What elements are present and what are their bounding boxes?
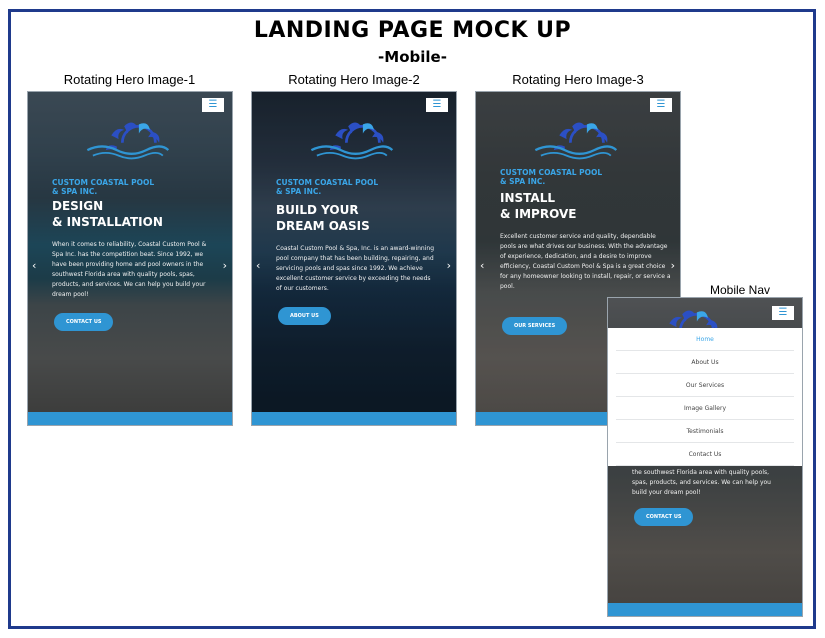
footer-bar bbox=[252, 412, 456, 425]
nav-item-contact-us[interactable]: Contact Us bbox=[616, 443, 794, 466]
chevron-left-icon[interactable]: ‹ bbox=[256, 260, 260, 271]
contact-us-button[interactable]: CONTACT US bbox=[634, 508, 694, 526]
sun-wave-logo bbox=[533, 121, 618, 160]
sun-wave-logo bbox=[85, 121, 170, 160]
nav-item-home[interactable]: Home bbox=[616, 328, 794, 351]
mobile-nav-screen: ☰ Home About Us Our Services Image Galle… bbox=[607, 297, 803, 617]
hero-body-text: Coastal Custom Pool & Spa, Inc. is an aw… bbox=[276, 245, 435, 292]
contact-us-button[interactable]: CONTACT US bbox=[54, 313, 114, 331]
nav-item-testimonials[interactable]: Testimonials bbox=[616, 420, 794, 443]
brand-name: CUSTOM COASTAL POOL & SPA INC. bbox=[500, 168, 603, 186]
headline-line-2: & IMPROVE bbox=[500, 207, 577, 221]
hamburger-icon: ☰ bbox=[432, 99, 442, 110]
hero-body-text: When it comes to reliability, Coastal Cu… bbox=[52, 241, 207, 298]
caption-mobile-nav: Mobile Nav bbox=[710, 283, 771, 297]
hamburger-icon: ☰ bbox=[656, 99, 666, 110]
hamburger-icon: ☰ bbox=[778, 307, 788, 318]
nav-item-image-gallery[interactable]: Image Gallery bbox=[616, 397, 794, 420]
chevron-right-icon[interactable]: › bbox=[447, 260, 451, 271]
nav-item-about-us[interactable]: About Us bbox=[616, 351, 794, 374]
about-us-button[interactable]: ABOUT US bbox=[278, 307, 331, 325]
page-title: LANDING PAGE MOCK UP bbox=[253, 18, 572, 43]
mobile-nav-menu: Home About Us Our Services Image Gallery… bbox=[608, 328, 802, 466]
headline-line-1: DESIGN bbox=[52, 199, 104, 213]
hero-body-text: Excellent customer service and quality, … bbox=[500, 233, 671, 290]
menu-button[interactable]: ☰ bbox=[650, 98, 672, 112]
caption-hero-2: Rotating Hero Image-2 bbox=[288, 72, 420, 87]
hero-screen-1: ☰ CUSTOM COASTAL POOL & SPA INC. DESIGN … bbox=[27, 91, 233, 426]
brand-name: CUSTOM COASTAL POOL & SPA INC. bbox=[52, 178, 155, 196]
chevron-right-icon[interactable]: › bbox=[671, 260, 675, 271]
hero-headline: BUILD YOUR DREAM OASIS bbox=[276, 202, 446, 234]
our-services-button[interactable]: OUR SERVICES bbox=[502, 317, 568, 335]
chevron-left-icon[interactable]: ‹ bbox=[32, 260, 36, 271]
hero-headline: DESIGN & INSTALLATION bbox=[52, 198, 222, 230]
brand-name: CUSTOM COASTAL POOL & SPA INC. bbox=[276, 178, 379, 196]
hero-screen-2: ☰ CUSTOM COASTAL POOL & SPA INC. BUILD Y… bbox=[251, 91, 457, 426]
chevron-left-icon[interactable]: ‹ bbox=[480, 260, 484, 271]
hero-body-text: the southwest Florida area with quality … bbox=[632, 469, 771, 496]
sun-wave-logo bbox=[309, 121, 394, 160]
hamburger-icon: ☰ bbox=[208, 99, 218, 110]
chevron-right-icon[interactable]: › bbox=[223, 260, 227, 271]
menu-button[interactable]: ☰ bbox=[426, 98, 448, 112]
footer-bar bbox=[608, 603, 802, 616]
caption-hero-1: Rotating Hero Image-1 bbox=[63, 72, 196, 87]
menu-button[interactable]: ☰ bbox=[772, 306, 794, 320]
page-subtitle: -Mobile- bbox=[378, 48, 447, 66]
footer-bar bbox=[28, 412, 232, 425]
caption-hero-3: Rotating Hero Image-3 bbox=[512, 72, 644, 87]
headline-line-2: DREAM OASIS bbox=[276, 219, 370, 233]
nav-item-our-services[interactable]: Our Services bbox=[616, 374, 794, 397]
headline-line-2: & INSTALLATION bbox=[52, 215, 163, 229]
menu-button[interactable]: ☰ bbox=[202, 98, 224, 112]
headline-line-1: INSTALL bbox=[500, 191, 555, 205]
hero-headline: INSTALL & IMPROVE bbox=[500, 190, 670, 222]
headline-line-1: BUILD YOUR bbox=[276, 203, 359, 217]
